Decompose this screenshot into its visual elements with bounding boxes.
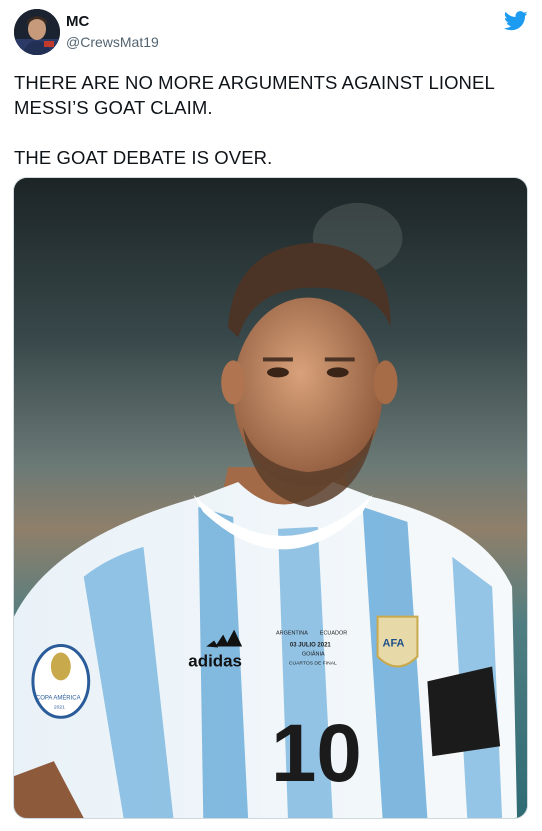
svg-text:COPA AMÉRICA: COPA AMÉRICA [36,694,81,701]
tweet-text-line: MESSI’S GOAT CLAIM. [14,97,213,118]
svg-text:AFA: AFA [383,638,405,650]
tweet-photo[interactable]: adidas AFA ARGENTINA ECUADOR 03 JULIO 20… [13,177,528,819]
twitter-bird-icon [503,11,528,31]
svg-text:ECUADOR: ECUADOR [320,631,347,637]
user-avatar[interactable] [14,9,60,55]
tweet-text-line: THERE ARE NO MORE ARGUMENTS AGAINST LION… [14,72,495,93]
display-name[interactable]: MC [66,13,89,30]
tweet-text-line: THE GOAT DEBATE IS OVER. [14,147,273,168]
svg-text:adidas: adidas [188,651,242,670]
svg-text:03 JULIO 2021: 03 JULIO 2021 [290,643,331,649]
svg-text:CUARTOS DE FINAL: CUARTOS DE FINAL [289,660,337,666]
user-handle[interactable]: @CrewsMat19 [66,34,159,50]
avatar-image [14,9,60,55]
tweet-card: MC @CrewsMat19 THERE ARE NO MORE ARGUMEN… [0,0,542,831]
svg-text:ARGENTINA: ARGENTINA [276,631,308,637]
player-photo: adidas AFA ARGENTINA ECUADOR 03 JULIO 20… [14,178,527,818]
svg-text:10: 10 [271,708,362,799]
svg-text:2021: 2021 [54,704,65,710]
tweet-text: THERE ARE NO MORE ARGUMENTS AGAINST LION… [14,70,529,170]
svg-text:GOIÂNIA: GOIÂNIA [302,651,325,658]
